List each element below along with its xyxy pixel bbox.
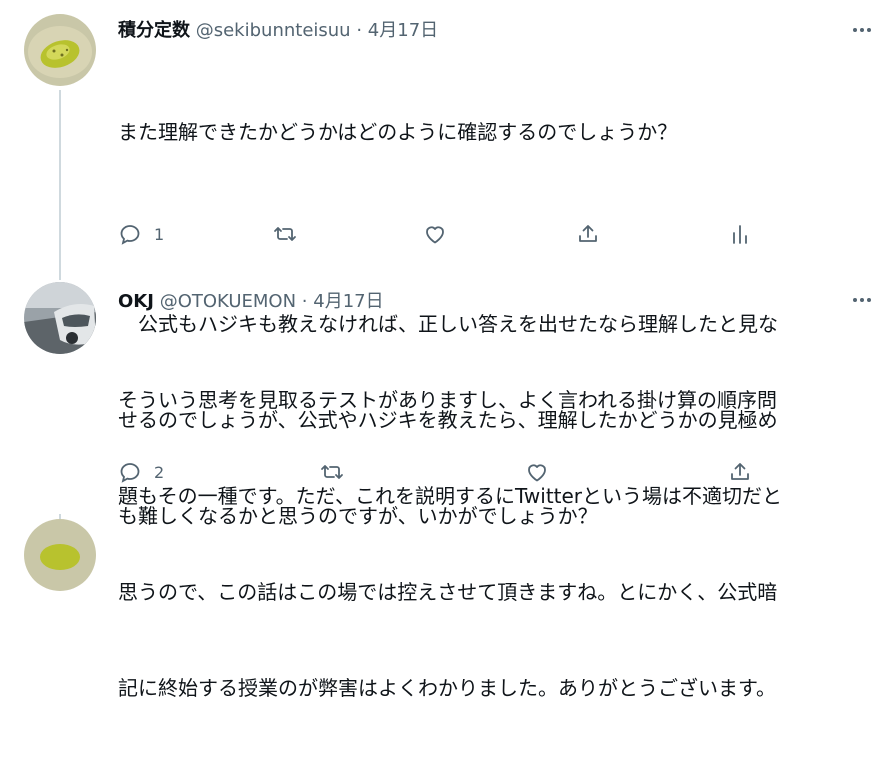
handle[interactable]: @sekibunnteisuu: [196, 20, 351, 41]
reply-button[interactable]: 2: [118, 458, 164, 486]
tweet-text: そういう思考を見取るテストがありますし、よく言われる掛け算の順序問 題もその一種…: [118, 320, 782, 768]
like-button[interactable]: [423, 220, 459, 248]
tweet-text-line: また理解できたかどうかはどのように確認するのでしょうか？: [118, 120, 678, 144]
tweet-2: OKJ @OTOKUEMON · 4月17日 そういう思考を見取るテストがありま…: [0, 280, 893, 700]
separator: ·: [301, 291, 308, 312]
avatar[interactable]: [24, 282, 96, 354]
share-button[interactable]: [728, 458, 752, 486]
avatar[interactable]: [24, 14, 96, 86]
more-horizontal-icon: [853, 298, 871, 302]
share-icon: [731, 463, 749, 480]
more-options-button[interactable]: [850, 18, 874, 42]
tweet-1: 積分定数 @sekibunnteisuu · 4月17日 また理解できたかどうか…: [0, 0, 893, 528]
reply-count: 1: [154, 224, 165, 244]
retweet-button[interactable]: [320, 458, 356, 486]
timestamp[interactable]: 4月17日: [313, 291, 383, 312]
avatar[interactable]: [24, 519, 96, 591]
tweet-text-line: 記に終始する授業のが弊害はよくわかりました。ありがとうございます。: [118, 676, 776, 700]
reply-icon: [120, 463, 140, 483]
display-name[interactable]: OKJ: [118, 291, 154, 312]
like-icon: [528, 464, 546, 482]
separator: ·: [356, 20, 363, 41]
display-name[interactable]: 積分定数: [118, 20, 190, 41]
timestamp[interactable]: 4月17日: [368, 20, 438, 41]
analytics-button[interactable]: [728, 220, 752, 248]
like-icon: [426, 226, 444, 244]
handle[interactable]: @OTOKUEMON: [160, 291, 296, 312]
more-options-button[interactable]: [850, 288, 874, 312]
retweet-icon: [321, 465, 343, 479]
thread-line: [59, 90, 61, 280]
share-button[interactable]: [576, 220, 600, 248]
tweet-header: OKJ @OTOKUEMON · 4月17日: [118, 287, 384, 313]
like-button[interactable]: [525, 458, 561, 486]
reply-button[interactable]: 1: [118, 220, 164, 248]
tweet-text-line: 題もその一種です。ただ、これを説明するにTwitterという場は不適切だと: [118, 484, 783, 508]
reply-count: 2: [154, 462, 165, 482]
share-icon: [579, 225, 597, 242]
retweet-button[interactable]: [273, 220, 309, 248]
tweet-text-line: そういう思考を見取るテストがありますし、よく言われる掛け算の順序問: [118, 388, 777, 412]
analytics-icon: [733, 225, 747, 244]
reply-icon: [120, 225, 140, 245]
tweet-header: 積分定数 @sekibunnteisuu · 4月17日: [118, 16, 438, 42]
tweet-text-line: 思うので、この話はこの場では控えさせて頂きますね。とにかく、公式暗: [118, 580, 778, 604]
more-horizontal-icon: [853, 28, 871, 32]
retweet-icon: [274, 227, 296, 241]
